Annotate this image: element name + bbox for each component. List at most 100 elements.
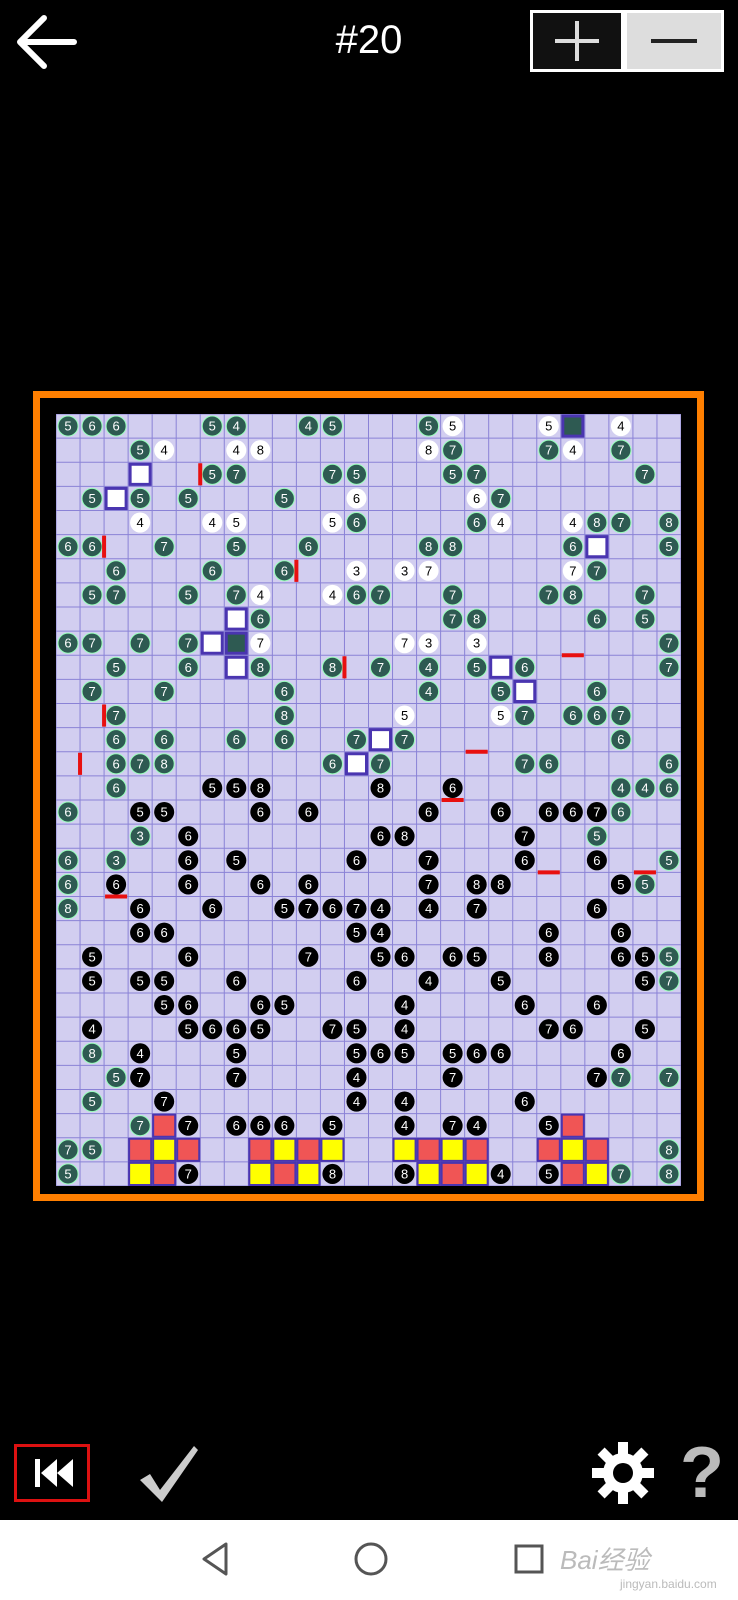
filled-box-cell[interactable] [561,414,585,438]
wall-marker-vertical[interactable] [198,463,203,486]
colored-cell[interactable] [536,1137,561,1162]
colored-cell[interactable] [296,1161,321,1186]
wall-marker-vertical[interactable] [294,559,299,582]
colored-cell[interactable] [152,1137,177,1162]
clue-number: 8 [401,1166,408,1181]
circle-home-icon [354,1542,388,1576]
colored-cell[interactable] [464,1137,489,1162]
colored-cell[interactable] [320,1137,345,1162]
clue-number: 5 [112,660,119,675]
rewind-icon [35,1459,73,1487]
colored-cell[interactable] [584,1137,609,1162]
clue-number: 6 [473,1046,480,1061]
colored-cell[interactable] [560,1137,585,1162]
colored-cell[interactable] [440,1161,465,1186]
check-button[interactable] [136,1440,200,1506]
wall-marker-horizontal[interactable] [105,894,128,899]
clue-number: 7 [401,636,408,651]
clue-number: 4 [425,901,432,916]
empty-box-cell[interactable] [585,535,609,559]
clue-number: 6 [112,780,119,795]
clue-number: 5 [641,1022,648,1037]
colored-cell[interactable] [272,1137,297,1162]
colored-cell[interactable] [560,1113,585,1138]
colored-cell[interactable] [560,1161,585,1186]
clue-number: 7 [617,1166,624,1181]
clue-number: 7 [329,1022,336,1037]
colored-cell[interactable] [464,1161,489,1186]
clue-number: 7 [161,539,168,554]
wall-marker-vertical[interactable] [78,752,83,775]
colored-cell[interactable] [152,1161,177,1186]
wall-marker-horizontal[interactable] [633,870,656,875]
colored-cell[interactable] [440,1137,465,1162]
clue-number: 7 [233,467,240,482]
clue-number: 5 [233,1046,240,1061]
clue-number: 4 [569,515,576,530]
clue-number: 6 [209,901,216,916]
colored-cell[interactable] [152,1113,177,1138]
empty-box-cell[interactable] [224,655,248,679]
wall-marker-vertical[interactable] [342,656,347,679]
rewind-button[interactable] [14,1444,90,1502]
clue-number: 5 [329,515,336,530]
clue-number: 6 [521,998,528,1013]
clue-number: 7 [305,901,312,916]
empty-box-cell[interactable] [344,752,369,776]
colored-cell[interactable] [392,1137,417,1162]
clue-number: 5 [401,708,408,723]
colored-cell[interactable] [128,1161,153,1186]
clue-number: 6 [329,901,336,916]
clue-number: 6 [497,1046,504,1061]
nav-home-button[interactable] [350,1538,392,1580]
wall-marker-horizontal[interactable] [441,798,464,802]
help-button[interactable]: ? [680,1437,730,1509]
clue-number: 6 [112,419,119,434]
wall-marker-horizontal[interactable] [561,653,584,658]
empty-box-cell[interactable] [104,486,128,510]
colored-cell[interactable] [272,1161,297,1186]
clue-number: 4 [617,780,624,795]
colored-cell[interactable] [584,1161,609,1186]
filled-box-cell[interactable] [224,631,248,655]
clue-number: 6 [185,998,192,1013]
colored-cell[interactable] [416,1137,441,1162]
empty-box-cell[interactable] [224,607,248,631]
zoom-in-button[interactable] [533,13,621,69]
zoom-out-button[interactable] [627,13,721,69]
clue-number: 4 [377,925,384,940]
clue-number: 5 [88,1094,95,1109]
wall-marker-vertical[interactable] [102,535,107,558]
settings-button[interactable] [590,1440,656,1506]
clue-number: 7 [137,1070,144,1085]
nav-recent-button[interactable] [508,1538,550,1580]
clue-number: 5 [233,780,240,795]
colored-cell[interactable] [248,1137,273,1162]
colored-cell[interactable] [176,1137,201,1162]
empty-box-cell[interactable] [513,679,537,703]
clue-number: 5 [233,539,240,554]
clue-number: 5 [88,587,95,602]
empty-box-cell[interactable] [489,655,513,679]
clue-number: 6 [497,805,504,820]
clue-number: 4 [353,1094,360,1109]
empty-box-cell[interactable] [128,462,152,486]
clue-number: 6 [209,1022,216,1037]
empty-box-cell[interactable] [369,728,393,752]
puzzle-board[interactable]: 5 6 6 5 4 4 5 5 5 5 4 5 4 4 8 8 7 7 4 7 5 7 7 5 5 7 7 5 5 5 5 6 6 7 4 4 5 5 6 6… [56,414,681,1186]
clue-number: 8 [401,829,408,844]
colored-cell[interactable] [248,1161,273,1186]
colored-cell[interactable] [296,1137,321,1162]
clue-number: 8 [329,660,336,675]
clue-number: 7 [665,660,672,675]
colored-cell[interactable] [416,1161,441,1186]
wall-marker-vertical[interactable] [102,704,107,727]
clue-number: 6 [353,515,360,530]
colored-cell[interactable] [128,1137,153,1162]
wall-marker-horizontal[interactable] [465,749,488,754]
nav-back-button[interactable] [196,1538,238,1580]
wall-marker-horizontal[interactable] [537,870,560,875]
clue-number: 7 [521,708,528,723]
empty-box-cell[interactable] [200,631,224,655]
clue-number: 8 [377,780,384,795]
